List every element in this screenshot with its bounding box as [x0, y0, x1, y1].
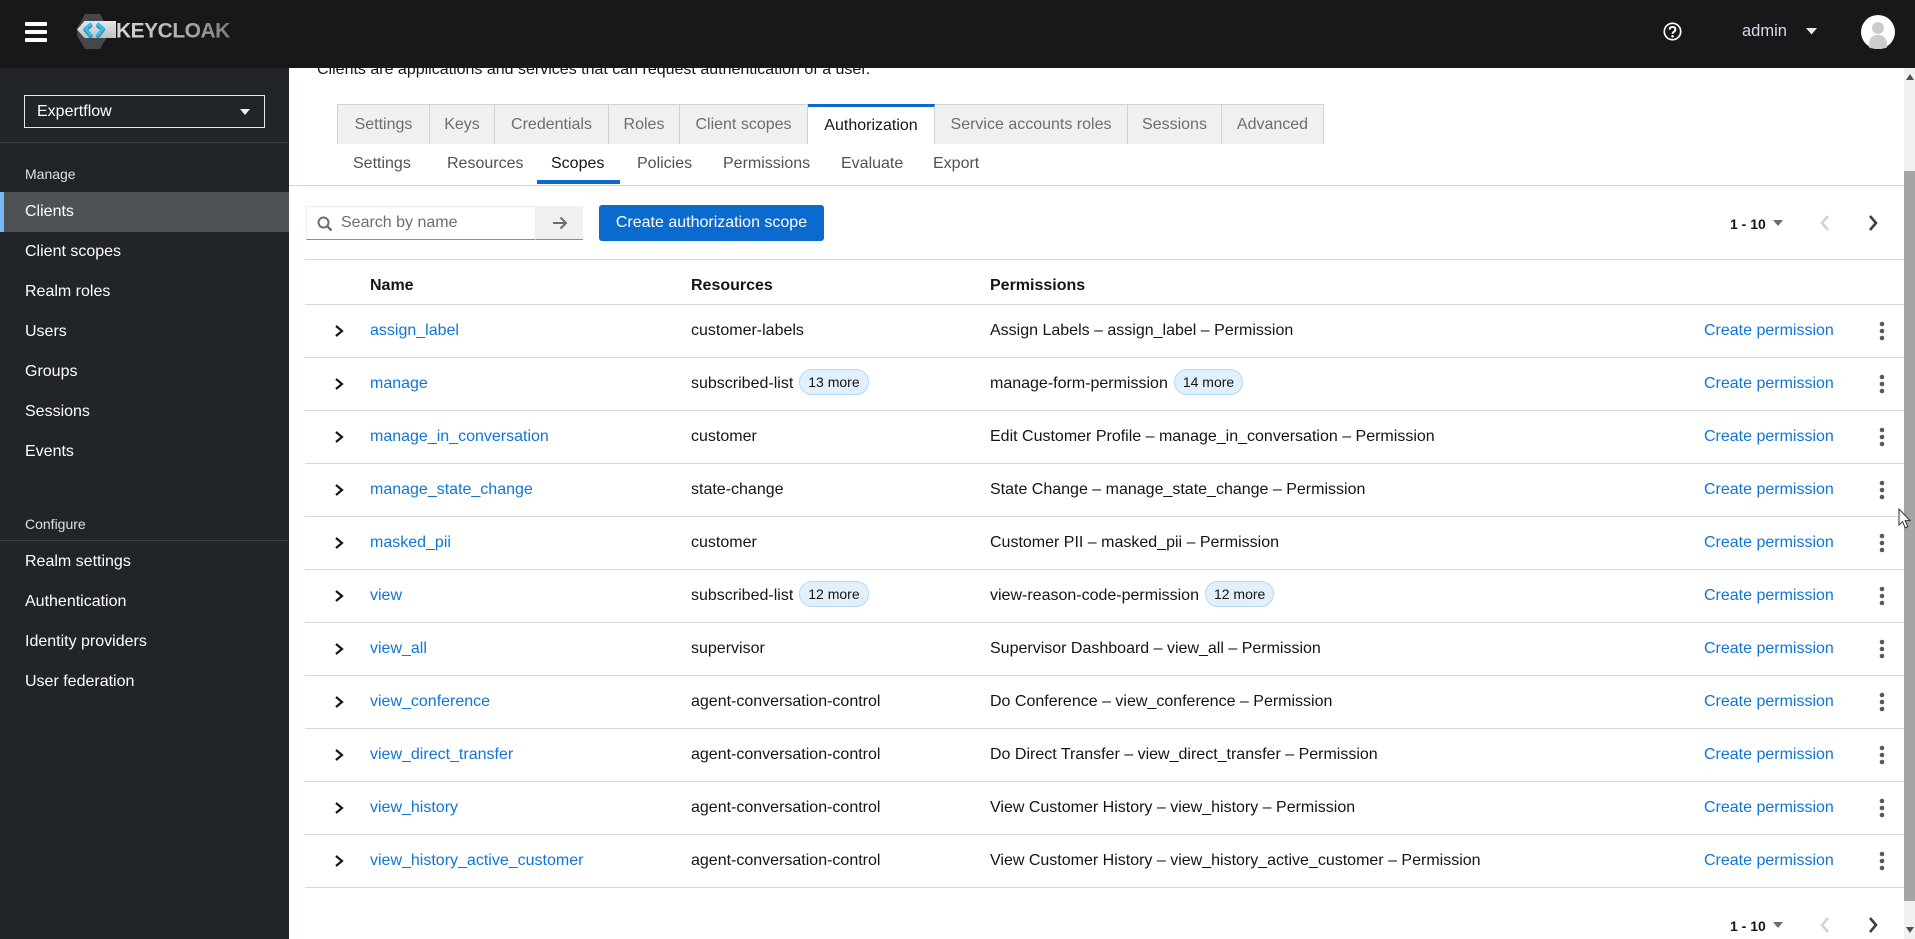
svg-text:KEYCLOAK: KEYCLOAK [116, 20, 230, 43]
